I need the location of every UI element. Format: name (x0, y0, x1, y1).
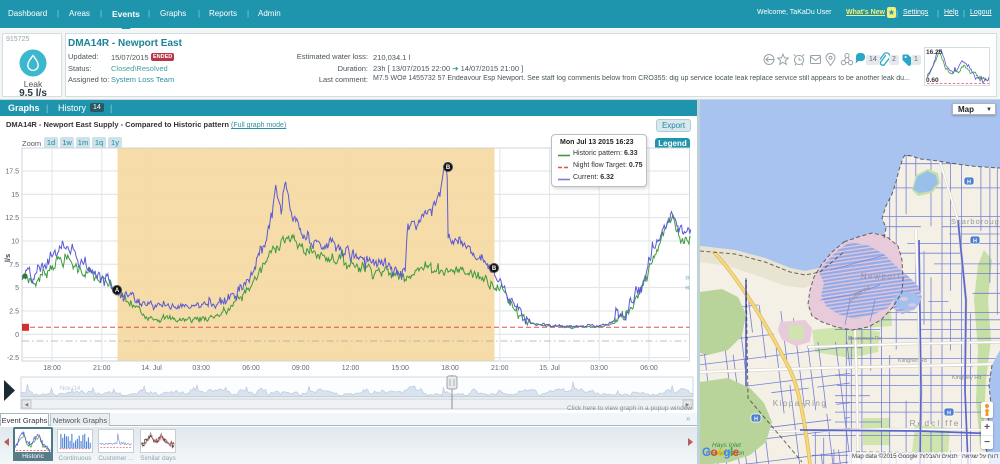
svg-text:12:00: 12:00 (342, 365, 360, 372)
svg-text:15. Jul: 15. Jul (539, 365, 560, 372)
svg-text:0: 0 (15, 332, 19, 339)
svg-text:Nov '14: Nov '14 (60, 386, 81, 392)
svg-text:A: A (115, 288, 120, 294)
svg-text:B: B (446, 165, 451, 171)
svg-text:15:00: 15:00 (391, 365, 409, 372)
svg-text:H: H (973, 239, 977, 245)
svg-text:14. Jul: 14. Jul (141, 365, 162, 372)
svg-text:06:00: 06:00 (242, 365, 260, 372)
svg-text:17.5: 17.5 (5, 169, 19, 176)
svg-text:10: 10 (11, 239, 19, 246)
svg-text:03:00: 03:00 (590, 365, 608, 372)
svg-text:l/s: l/s (3, 254, 12, 262)
svg-text:B: B (492, 266, 497, 272)
svg-text:Newport: Newport (861, 272, 901, 281)
svg-text:◄: ◄ (24, 403, 30, 409)
svg-text:Redcliffe: Redcliffe (910, 418, 961, 428)
svg-text:18:00: 18:00 (441, 365, 459, 372)
svg-text:H: H (967, 180, 971, 186)
svg-text:12.5: 12.5 (5, 215, 19, 222)
svg-text:Klingner Rd: Klingner Rd (898, 358, 927, 364)
svg-text:Kingsley Rd: Kingsley Rd (952, 375, 981, 381)
svg-text:21:00: 21:00 (491, 365, 509, 372)
svg-text:-2.5: -2.5 (7, 355, 19, 362)
svg-text:5: 5 (15, 285, 19, 292)
svg-text:15: 15 (11, 192, 19, 199)
svg-text:03:00: 03:00 (192, 365, 210, 372)
svg-text:09:00: 09:00 (292, 365, 310, 372)
svg-text:06:00: 06:00 (640, 365, 658, 372)
svg-text:21:00: 21:00 (93, 365, 111, 372)
svg-text:Boardman Rd: Boardman Rd (848, 336, 882, 342)
svg-text:H: H (754, 417, 758, 423)
svg-text:Kippa-Ring: Kippa-Ring (773, 399, 828, 408)
svg-text:2.5: 2.5 (9, 309, 19, 316)
svg-text:Scarborough: Scarborough (951, 217, 1000, 226)
svg-text:18:00: 18:00 (43, 365, 61, 372)
svg-text:H: H (947, 411, 951, 417)
